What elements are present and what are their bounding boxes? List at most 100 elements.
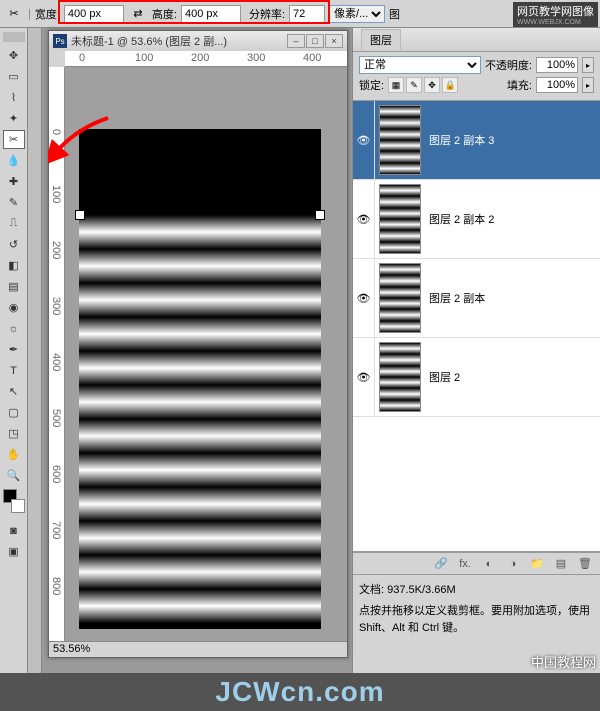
ruler-mark: 200 [191, 52, 209, 64]
brush-tool-icon[interactable]: ✎ [3, 193, 25, 212]
layer-name[interactable]: 图层 2 副本 [425, 290, 485, 306]
blur-tool-icon[interactable]: ◉ [3, 298, 25, 317]
crop-tool-preset-icon[interactable]: ✂ [4, 4, 24, 24]
layer-row[interactable]: 👁 图层 2 副本 [353, 259, 600, 338]
resolution-label: 分辨率: [249, 6, 285, 22]
crop-tool-icon[interactable]: ✂ [3, 130, 25, 149]
options-bar: ✂ | 宽度: ⇄ 高度: 分辨率: 像素/... 图 [0, 0, 600, 28]
heal-tool-icon[interactable]: ✚ [3, 172, 25, 191]
maximize-button[interactable]: □ [306, 34, 324, 48]
lock-all-icon[interactable]: 🔒 [442, 77, 458, 93]
quickmask-icon[interactable]: ◙ [3, 521, 25, 540]
ruler-mark: 800 [50, 577, 62, 595]
ps-icon: Ps [53, 34, 67, 48]
ruler-mark: 500 [50, 409, 62, 427]
layer-thumbnail[interactable] [379, 342, 421, 412]
tool-hint: 点按并拖移以定义裁剪框。要用附加选项，使用 Shift、Alt 和 Ctrl 键… [359, 603, 594, 636]
layer-name[interactable]: 图层 2 副本 3 [425, 132, 494, 148]
eyedropper-tool-icon[interactable]: 💧 [3, 151, 25, 170]
lock-position-icon[interactable]: ✥ [424, 77, 440, 93]
canvas-content [79, 215, 321, 629]
dodge-tool-icon[interactable]: ☼ [3, 319, 25, 338]
document-window: Ps 未标题-1 @ 53.6% (图层 2 副...) – □ × 0 100… [48, 30, 348, 658]
history-brush-icon[interactable]: ↺ [3, 235, 25, 254]
pen-tool-icon[interactable]: ✒ [3, 340, 25, 359]
layer-row[interactable]: 👁 图层 2 副本 3 [353, 101, 600, 180]
canvas-viewport[interactable] [65, 67, 347, 641]
close-button[interactable]: × [325, 34, 343, 48]
type-tool-icon[interactable]: T [3, 361, 25, 380]
layer-row[interactable]: 👁 图层 2 [353, 338, 600, 417]
visibility-toggle-icon[interactable]: 👁 [353, 338, 375, 416]
width-label: 宽度: [35, 6, 60, 22]
zoom-level[interactable]: 53.56% [53, 643, 90, 655]
resolution-input[interactable] [289, 5, 325, 23]
screenmode-icon[interactable]: ▣ [3, 542, 25, 561]
ruler-mark: 400 [50, 353, 62, 371]
fx-icon[interactable]: fx. [456, 556, 474, 572]
visibility-toggle-icon[interactable]: 👁 [353, 259, 375, 337]
layer-name[interactable]: 图层 2 副本 2 [425, 211, 494, 227]
watermark-cn: 中国教程网 [531, 652, 596, 671]
crop-handle[interactable] [75, 210, 85, 220]
visibility-toggle-icon[interactable]: 👁 [353, 101, 375, 179]
panel-strip [28, 28, 42, 676]
fill-chevron-icon[interactable]: ▸ [582, 77, 594, 93]
gradient-tool-icon[interactable]: ▤ [3, 277, 25, 296]
menu-text[interactable]: 图 [389, 6, 400, 22]
stamp-tool-icon[interactable]: ⎍ [3, 214, 25, 233]
wand-tool-icon[interactable]: ✦ [3, 109, 25, 128]
collapse-icon[interactable] [3, 32, 25, 42]
path-tool-icon[interactable]: ↖ [3, 382, 25, 401]
swap-dimensions-icon[interactable]: ⇄ [128, 4, 148, 24]
hand-tool-icon[interactable]: ✋ [3, 445, 25, 464]
lock-pixels-icon[interactable]: ✎ [406, 77, 422, 93]
watermark-top-sub: WWW.WEBJX.COM [517, 19, 594, 26]
lasso-tool-icon[interactable]: ⌇ [3, 88, 25, 107]
zoom-tool-icon[interactable]: 🔍 [3, 466, 25, 485]
document-statusbar: 53.56% [49, 641, 347, 657]
units-select[interactable]: 像素/... [329, 5, 385, 23]
minimize-button[interactable]: – [287, 34, 305, 48]
ruler-mark: 400 [303, 52, 321, 64]
lock-transparent-icon[interactable]: ▦ [388, 77, 404, 93]
divider: | [28, 8, 31, 20]
fill-label: 填充: [507, 77, 532, 93]
ruler-mark: 200 [50, 241, 62, 259]
new-layer-icon[interactable]: ▤ [552, 556, 570, 572]
height-input[interactable] [181, 5, 241, 23]
tab-layers[interactable]: 图层 [361, 29, 401, 50]
link-layers-icon[interactable]: 🔗 [432, 556, 450, 572]
shape-tool-icon[interactable]: ▢ [3, 403, 25, 422]
adjustment-icon[interactable]: ◑ [504, 556, 522, 572]
group-icon[interactable]: 📁 [528, 556, 546, 572]
mask-icon[interactable]: ◐ [480, 556, 498, 572]
eraser-tool-icon[interactable]: ◧ [3, 256, 25, 275]
layer-controls: 正常 不透明度: ▸ 锁定: ▦ ✎ ✥ 🔒 填充: ▸ [353, 52, 600, 100]
width-input[interactable] [64, 5, 124, 23]
document-titlebar[interactable]: Ps 未标题-1 @ 53.6% (图层 2 副...) – □ × [49, 31, 347, 51]
ruler-mark: 0 [50, 129, 62, 135]
ruler-mark: 700 [50, 521, 62, 539]
color-swatches[interactable] [3, 489, 25, 519]
visibility-toggle-icon[interactable]: 👁 [353, 180, 375, 258]
3d-tool-icon[interactable]: ◳ [3, 424, 25, 443]
watermark-top: 网页教学网图像 WWW.WEBJX.COM [513, 2, 598, 27]
layer-name[interactable]: 图层 2 [425, 369, 460, 385]
move-tool-icon[interactable]: ✥ [3, 46, 25, 65]
layer-thumbnail[interactable] [379, 105, 421, 175]
crop-handle[interactable] [315, 210, 325, 220]
layer-row[interactable]: 👁 图层 2 副本 2 [353, 180, 600, 259]
lock-label: 锁定: [359, 77, 384, 93]
layer-thumbnail[interactable] [379, 263, 421, 333]
opacity-input[interactable] [536, 57, 578, 73]
delete-layer-icon[interactable]: 🗑 [576, 556, 594, 572]
opacity-chevron-icon[interactable]: ▸ [582, 57, 594, 73]
ruler-mark: 0 [79, 52, 85, 64]
background-swatch[interactable] [11, 499, 25, 513]
marquee-tool-icon[interactable]: ▭ [3, 67, 25, 86]
layer-thumbnail[interactable] [379, 184, 421, 254]
blend-mode-select[interactable]: 正常 [359, 56, 481, 74]
fill-input[interactable] [536, 77, 578, 93]
ruler-mark: 100 [50, 185, 62, 203]
